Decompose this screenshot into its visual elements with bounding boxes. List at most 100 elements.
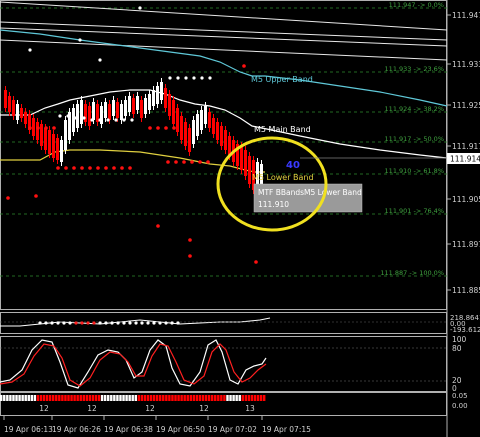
osc1-dot bbox=[80, 321, 84, 325]
candle-body bbox=[52, 134, 55, 158]
strip-cell bbox=[24, 395, 27, 401]
strip-cell bbox=[113, 395, 116, 401]
strip-cell bbox=[180, 395, 183, 401]
signal-dot-white bbox=[130, 118, 134, 122]
price-tick-label: 111.897 bbox=[452, 240, 480, 249]
strip-cell bbox=[168, 395, 171, 401]
strip-cell bbox=[152, 395, 156, 401]
signal-dot-red bbox=[156, 224, 160, 228]
candle-body bbox=[140, 100, 143, 118]
time-tick-label: 19 Apr 06:50 bbox=[156, 425, 205, 434]
price-tick-label: 111.885 bbox=[452, 286, 480, 295]
strip-cell bbox=[64, 395, 67, 401]
strip-cell bbox=[137, 395, 141, 401]
time-tick-label: 19 Apr 07:15 bbox=[262, 425, 311, 434]
osc1-dot bbox=[116, 321, 120, 325]
signal-dot-white bbox=[66, 114, 70, 118]
candle-body bbox=[48, 130, 51, 154]
signal-dot-white bbox=[78, 38, 82, 42]
strip-cell bbox=[103, 395, 107, 401]
signal-dot-red bbox=[56, 166, 60, 170]
trend-strip bbox=[0, 395, 266, 401]
candle-body bbox=[116, 102, 119, 118]
signal-dot-white bbox=[114, 118, 118, 122]
tooltip-line2: 111.910 bbox=[258, 200, 289, 209]
candle-body bbox=[124, 100, 127, 116]
strip-cell bbox=[58, 395, 61, 401]
candle-body bbox=[72, 108, 75, 132]
strip-cell bbox=[15, 395, 18, 401]
strip-cell bbox=[128, 395, 131, 401]
strip-cell bbox=[79, 395, 82, 401]
strip-cell bbox=[36, 395, 40, 401]
strip-cell bbox=[21, 395, 24, 401]
signal-dot-red bbox=[72, 166, 76, 170]
osc1-dot bbox=[92, 321, 96, 325]
signal-dot-red bbox=[198, 160, 202, 164]
osc1-dot bbox=[134, 321, 138, 325]
lower-band-label: M5 Lower Band bbox=[252, 173, 314, 182]
strip-cell bbox=[162, 395, 165, 401]
signal-dot-red bbox=[34, 194, 38, 198]
signal-dot-red bbox=[182, 160, 186, 164]
osc1-dot bbox=[86, 321, 90, 325]
fib-label: 111.901 -> 76.4% bbox=[385, 207, 444, 215]
strip-cell bbox=[70, 395, 73, 401]
strip-cell bbox=[186, 395, 189, 401]
forex-chart: 111.947 -> 0.0% 111.933 -> 23.6% 111.924 -… bbox=[0, 0, 480, 437]
candle-body bbox=[132, 98, 135, 114]
candle-body bbox=[164, 88, 167, 108]
signal-dot-white bbox=[168, 76, 172, 80]
strip-cell bbox=[165, 395, 168, 401]
strip-cell bbox=[0, 395, 3, 401]
osc1-dot bbox=[170, 321, 174, 325]
strip-cell bbox=[171, 395, 174, 401]
osc1-dot bbox=[152, 321, 156, 325]
signal-dot-red bbox=[188, 238, 192, 242]
strip-cell bbox=[55, 395, 58, 401]
signal-dot-red bbox=[104, 166, 108, 170]
strip-cell bbox=[67, 395, 70, 401]
osc1-dot bbox=[164, 321, 168, 325]
strip-cell bbox=[210, 395, 214, 401]
osc1-dot bbox=[74, 321, 78, 325]
strip-cell bbox=[73, 395, 76, 401]
candle-body bbox=[44, 128, 47, 150]
candle-body bbox=[240, 146, 243, 170]
candle-body bbox=[200, 110, 203, 130]
strip-cell bbox=[131, 395, 134, 401]
candle-body bbox=[104, 102, 107, 118]
osc1-dot bbox=[176, 321, 180, 325]
signal-dot-white bbox=[82, 116, 86, 120]
candle-body bbox=[156, 86, 159, 104]
strip-cell bbox=[18, 395, 21, 401]
strip-cell bbox=[6, 395, 9, 401]
strip-cell bbox=[244, 395, 248, 401]
strip-cell bbox=[107, 395, 110, 401]
bar-count-label: 12 bbox=[145, 404, 155, 413]
signal-dot-white bbox=[58, 114, 62, 118]
strip-cell bbox=[39, 395, 43, 401]
signal-dot-white bbox=[28, 48, 32, 52]
strip-cell bbox=[174, 395, 177, 401]
candle-body bbox=[4, 90, 7, 108]
candle-body bbox=[180, 116, 183, 140]
signal-dot-white bbox=[200, 76, 204, 80]
osc2-tick-label: 80 bbox=[452, 344, 462, 353]
signal-dot-red bbox=[188, 254, 192, 258]
candle-body bbox=[212, 118, 215, 134]
tooltip-line1: MTF BBandsM5 Lower Band bbox=[258, 188, 362, 197]
bar-count-label: 12 bbox=[39, 404, 49, 413]
osc1-dot bbox=[146, 321, 150, 325]
signal-dot-white bbox=[138, 6, 142, 10]
candle-body bbox=[204, 106, 207, 124]
osc1-dot bbox=[110, 321, 114, 325]
candle-body bbox=[208, 112, 211, 128]
candle-body bbox=[144, 98, 147, 114]
strip-cell bbox=[9, 395, 12, 401]
signal-dot-white bbox=[98, 58, 102, 62]
signal-dot-red bbox=[172, 126, 176, 130]
signal-dot-red bbox=[52, 126, 56, 130]
osc2-tick-label: 100 bbox=[452, 335, 467, 344]
signal-dot-red bbox=[36, 126, 40, 130]
